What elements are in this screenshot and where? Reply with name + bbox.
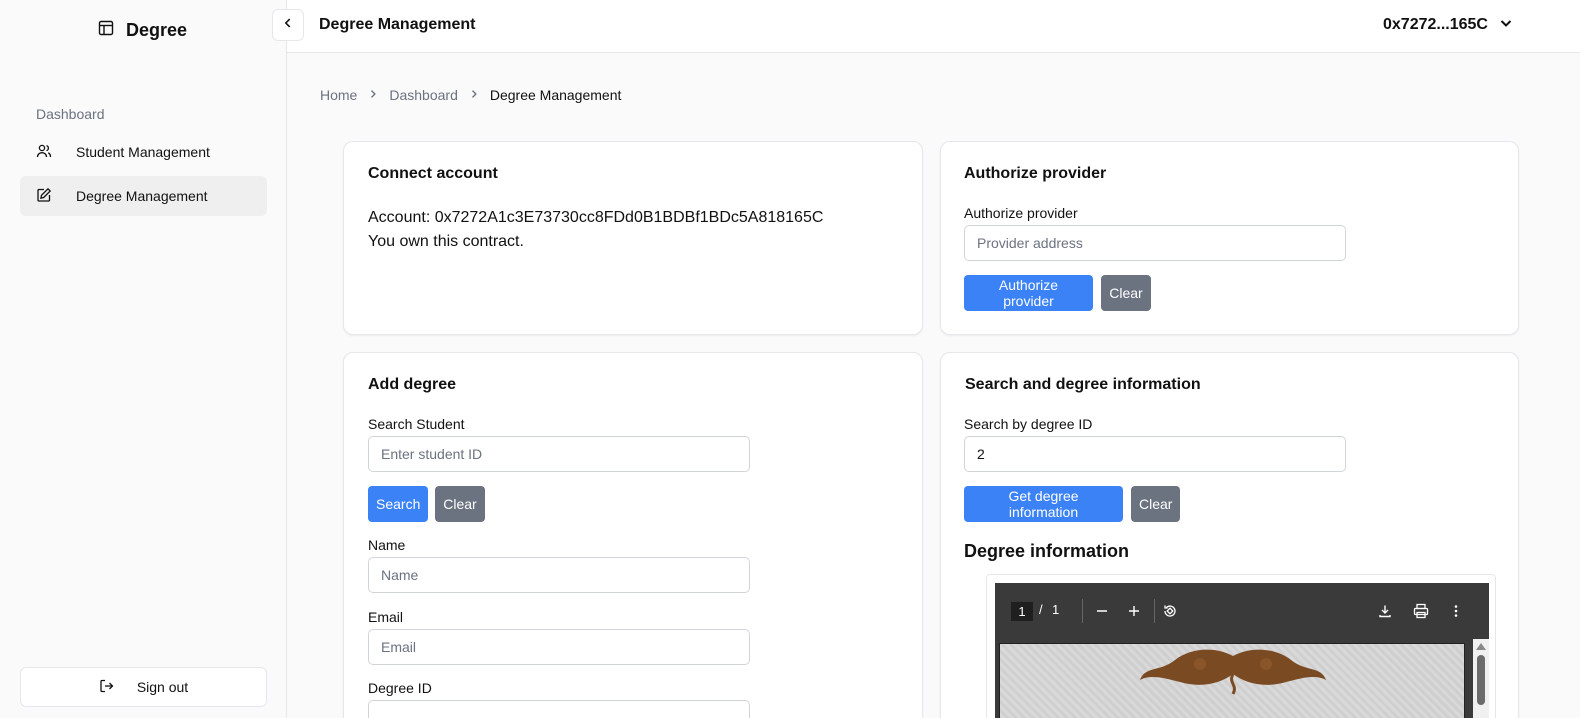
- more-options-icon[interactable]: [1447, 602, 1465, 620]
- search-student-button[interactable]: Search: [368, 486, 428, 522]
- sidebar-item-student-management[interactable]: Student Management: [20, 132, 267, 172]
- page-title: Degree Management: [319, 16, 476, 33]
- email-input[interactable]: [368, 629, 750, 665]
- degree-info-heading: Degree information: [964, 541, 1130, 561]
- provider-address-input[interactable]: [964, 225, 1346, 261]
- search-clear-button[interactable]: Clear: [435, 486, 485, 522]
- brand-title: Degree: [126, 20, 188, 40]
- breadcrumb-dashboard[interactable]: Dashboard: [389, 87, 458, 103]
- authorize-provider-label: Authorize provider: [964, 205, 1078, 221]
- card-title: Add degree: [368, 376, 457, 393]
- card-title: Connect account: [368, 165, 498, 182]
- zoom-in-icon[interactable]: [1125, 602, 1143, 620]
- degree-id-input[interactable]: [368, 700, 750, 718]
- divider: [1154, 599, 1155, 623]
- account-address: 0x7272...165C: [1383, 16, 1488, 33]
- signout-button[interactable]: Sign out: [20, 667, 267, 707]
- logout-icon: [99, 678, 115, 697]
- collapse-sidebar-button[interactable]: [272, 9, 304, 41]
- student-id-input[interactable]: [368, 436, 750, 472]
- pdf-viewer: 1 / 1: [986, 574, 1496, 718]
- chevron-left-icon: [281, 16, 295, 35]
- breadcrumb-current: Degree Management: [489, 87, 622, 103]
- connect-account-card: Connect account Account: 0x7272A1c3E7373…: [343, 141, 923, 335]
- authorize-provider-card: Authorize provider Authorize provider Au…: [940, 141, 1519, 335]
- brand: Degree: [98, 20, 187, 41]
- owner-line: You own this contract.: [368, 233, 524, 250]
- divider: [1082, 599, 1083, 623]
- degree-certificate-page: [999, 643, 1465, 718]
- signout-label: Sign out: [136, 679, 189, 695]
- degree-id-label: Degree ID: [368, 680, 432, 696]
- pdf-scrollbar[interactable]: [1473, 639, 1489, 718]
- account-menu[interactable]: 0x7272...165C: [1355, 6, 1542, 44]
- search-student-label: Search Student: [368, 416, 465, 432]
- top-header: Degree Management 0x7272...165C: [287, 0, 1580, 53]
- pdf-toolbar: 1 / 1: [995, 583, 1489, 639]
- breadcrumb-home[interactable]: Home: [320, 87, 357, 103]
- authorize-provider-button[interactable]: Authorize provider: [964, 275, 1093, 311]
- card-title: Search and degree information: [965, 376, 1201, 393]
- card-title: Authorize provider: [964, 165, 1107, 182]
- breadcrumb: Home Dashboard Degree Management: [320, 87, 621, 103]
- degree-clear-button[interactable]: Clear: [1131, 486, 1180, 522]
- zoom-out-icon[interactable]: [1093, 602, 1111, 620]
- authorize-clear-button[interactable]: Clear: [1101, 275, 1151, 311]
- email-label: Email: [368, 609, 404, 625]
- get-degree-info-button[interactable]: Get degree information: [964, 486, 1123, 522]
- edit-icon: [36, 187, 52, 206]
- chevron-down-icon: [1498, 15, 1514, 36]
- certificate-ornament-icon: [1140, 649, 1326, 695]
- sidebar-item-label: Student Management: [76, 144, 210, 160]
- scroll-up-icon[interactable]: [1476, 643, 1486, 650]
- print-icon[interactable]: [1412, 602, 1430, 620]
- nav-group-label: Dashboard: [36, 106, 105, 122]
- pdf-scroll-thumb[interactable]: [1477, 655, 1485, 705]
- layout-icon: [98, 20, 114, 41]
- download-icon[interactable]: [1376, 602, 1394, 620]
- name-input[interactable]: [368, 557, 750, 593]
- sidebar-item-label: Degree Management: [76, 188, 208, 204]
- rotate-icon[interactable]: [1161, 602, 1179, 620]
- pdf-page-input[interactable]: 1: [1011, 602, 1033, 621]
- name-label: Name: [368, 537, 406, 553]
- add-degree-card: Add degree Search Student Search Clear N…: [343, 352, 923, 718]
- users-icon: [36, 143, 52, 162]
- pdf-page-total: 1: [1052, 602, 1060, 617]
- pdf-page-separator: /: [1039, 602, 1043, 617]
- sidebar: Degree Dashboard Student Management Degr…: [0, 0, 287, 718]
- pdf-document-area: [995, 639, 1489, 718]
- chevron-right-icon: [367, 87, 379, 103]
- sidebar-item-degree-management[interactable]: Degree Management: [20, 176, 267, 216]
- search-degree-card: Search and degree information Search by …: [940, 352, 1519, 718]
- account-line: Account: 0x7272A1c3E73730cc8FDd0B1BDBf1B…: [368, 209, 824, 226]
- degree-id-search-input[interactable]: [964, 436, 1346, 472]
- search-degree-label: Search by degree ID: [964, 416, 1093, 432]
- chevron-right-icon: [468, 87, 480, 103]
